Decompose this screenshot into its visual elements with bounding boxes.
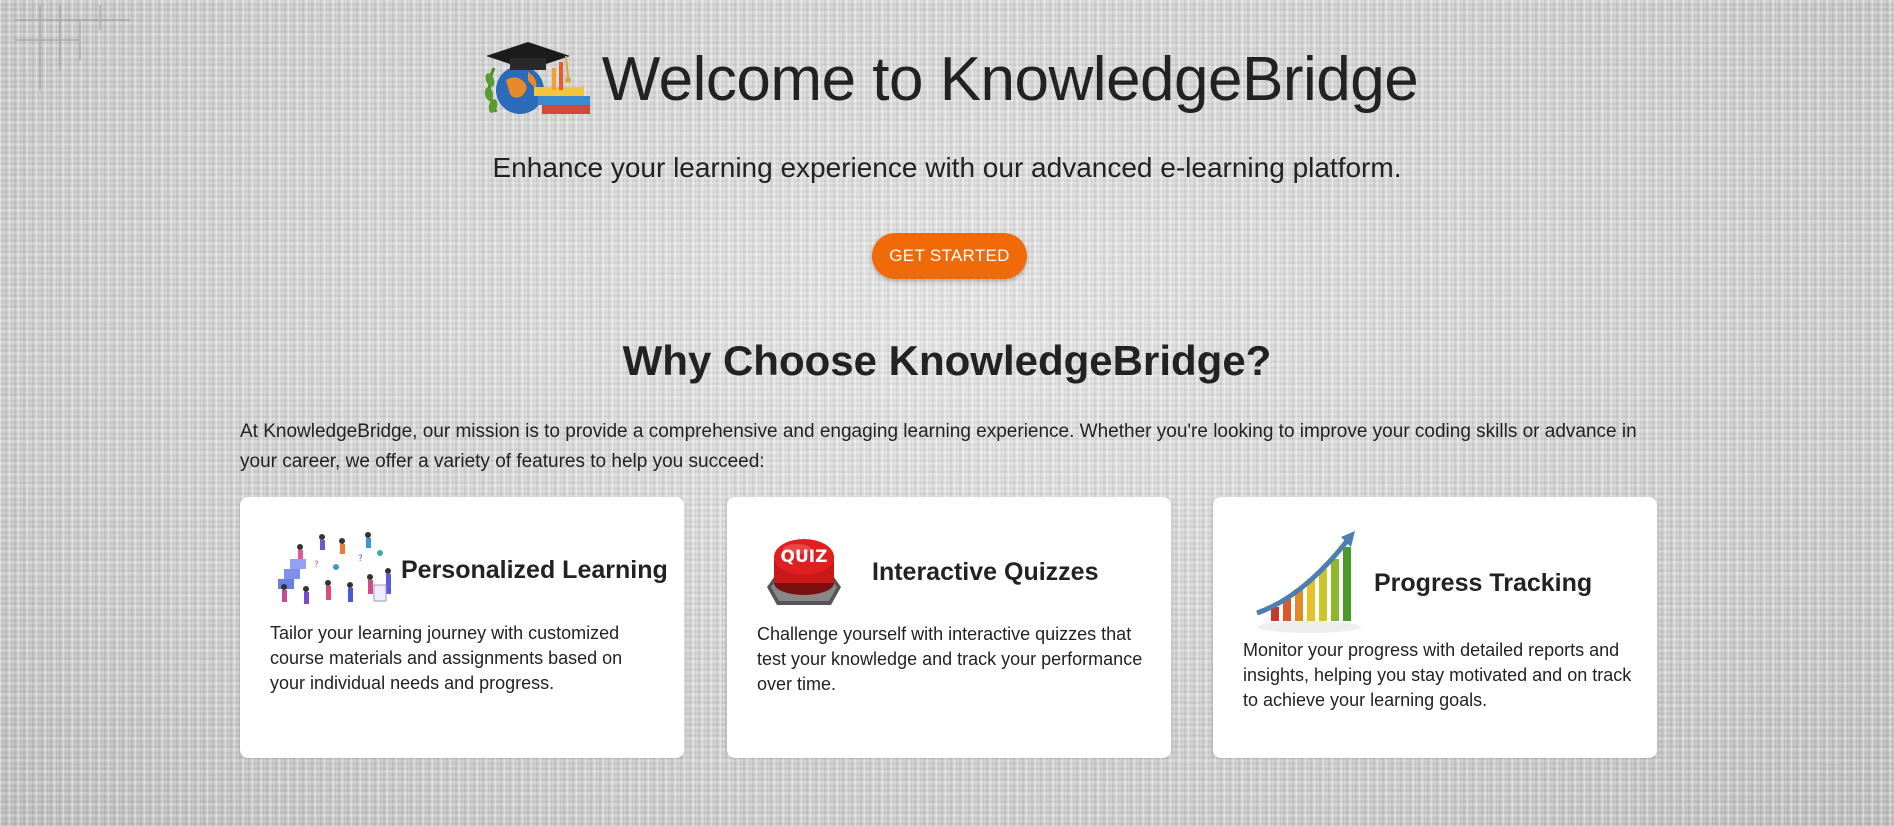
feature-card-header: ? ? Personalized Learning <box>270 527 668 613</box>
feature-card-text: Tailor your learning journey with custom… <box>270 623 623 693</box>
feature-card-title: Progress Tracking <box>1374 568 1593 597</box>
feature-card-text: Challenge yourself with interactive quiz… <box>757 624 1143 694</box>
feature-card-title: Personalized Learning <box>401 555 668 584</box>
page-title: Welcome to KnowledgeBridge <box>601 44 1419 114</box>
feature-card-interactive-quizzes: QUIZ Interactive Quizzes Challenge yours… <box>727 497 1171 758</box>
feature-card-header: Progress Tracking <box>1243 527 1592 639</box>
feature-card-header: QUIZ Interactive Quizzes <box>757 529 1098 615</box>
feature-card-text: Monitor your progress with detailed repo… <box>1243 640 1632 710</box>
growth-chart-icon <box>1256 531 1361 633</box>
why-section-title: Why Choose KnowledgeBridge? <box>622 337 1272 384</box>
quiz-icon-label: QUIZ <box>781 547 828 567</box>
hero-title-row: Welcome to KnowledgeBridge <box>0 38 1894 120</box>
get-started-button[interactable]: GET STARTED <box>872 233 1027 279</box>
svg-text:?: ? <box>358 554 363 564</box>
quiz-button-icon: QUIZ <box>767 539 841 605</box>
feature-card-title: Interactive Quizzes <box>872 557 1099 586</box>
feature-card-progress-tracking: Progress Tracking Monitor your progress … <box>1213 497 1657 758</box>
graduation-globe-logo-icon <box>484 42 590 114</box>
people-learning-icon: ? ? <box>278 532 391 604</box>
mission-paragraph: At KnowledgeBridge, our mission is to pr… <box>240 421 1637 472</box>
hero-subtitle: Enhance your learning experience with ou… <box>492 152 1402 183</box>
feature-card-personalized-learning: ? ? Personalized Learning Tailor your le… <box>240 497 684 758</box>
svg-text:?: ? <box>314 560 319 570</box>
